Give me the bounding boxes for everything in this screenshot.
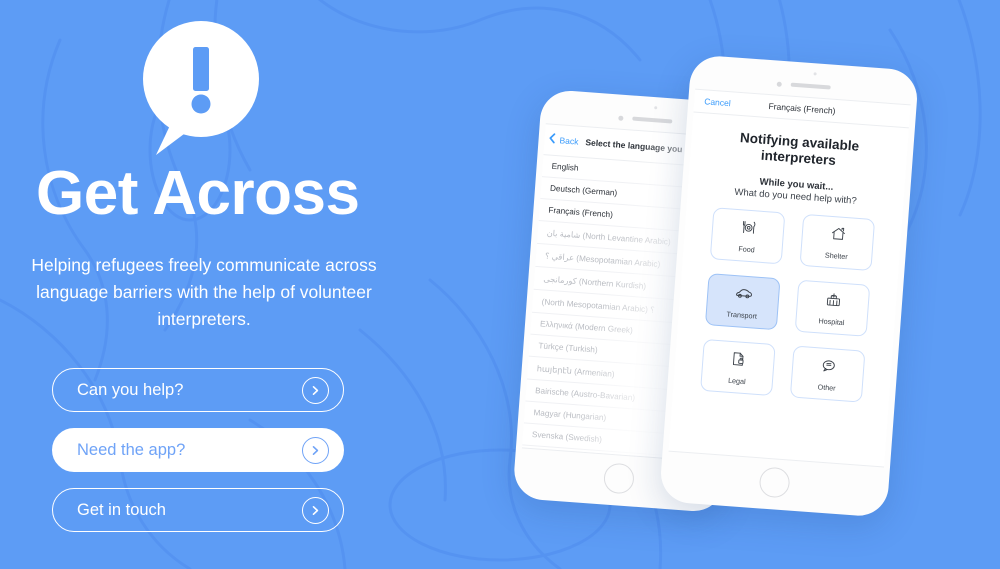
home-button[interactable] <box>602 462 636 495</box>
proximity-sensor-icon <box>813 72 817 76</box>
need-the-app-label: Need the app? <box>77 440 186 459</box>
exclamation-speech-bubble-icon <box>134 21 268 155</box>
need-the-app-button[interactable]: Need the app? <box>52 428 344 472</box>
help-option-grid: Food Shelter Transport Hospital Legal Ot… <box>700 207 876 404</box>
option-card-legal[interactable]: Legal <box>700 339 776 397</box>
page-title: Get Across <box>36 159 360 228</box>
home-button[interactable] <box>758 466 791 499</box>
chevron-right-circle-icon <box>302 496 329 524</box>
can-you-help-button[interactable]: Can you help? <box>52 368 344 412</box>
hero-section: Get Across Helping refugees freely commu… <box>0 0 520 569</box>
option-label: Hospital <box>818 316 845 328</box>
phone-mockup-notify-screen: Cancel Français (French) Notifying avail… <box>658 54 920 518</box>
option-card-transport[interactable]: Transport <box>704 273 781 331</box>
speech-bubble-icon <box>819 356 838 379</box>
option-card-other[interactable]: Other <box>789 345 866 404</box>
option-card-hospital[interactable]: Hospital <box>794 280 871 338</box>
car-icon <box>733 284 754 307</box>
notify-heading: Notifying available interpreters <box>739 130 860 169</box>
notify-screen: Cancel Français (French) Notifying avail… <box>668 88 911 468</box>
can-you-help-label: Can you help? <box>77 380 184 399</box>
front-camera-icon <box>618 115 624 121</box>
cutlery-plate-icon <box>739 218 758 241</box>
hero-subtitle: Helping refugees freely communicate acro… <box>31 255 377 330</box>
chevron-right-circle-icon <box>302 376 329 404</box>
earpiece-speaker-icon <box>790 82 831 90</box>
option-card-food[interactable]: Food <box>709 207 786 265</box>
option-card-shelter[interactable]: Shelter <box>799 214 876 272</box>
cta-button-list: Can you help? Need the app? Get in touch <box>52 368 344 548</box>
back-button[interactable]: Back <box>559 135 579 146</box>
option-label: Legal <box>727 375 747 386</box>
option-label: Other <box>817 382 836 393</box>
phone-mockups: Back Select the language you ne English … <box>512 0 1000 569</box>
get-in-touch-button[interactable]: Get in touch <box>52 488 344 532</box>
chevron-right-circle-icon <box>302 436 329 464</box>
option-label: Transport <box>726 309 758 321</box>
document-lock-icon <box>730 350 748 373</box>
house-icon <box>828 225 847 248</box>
option-label: Food <box>738 244 756 255</box>
earpiece-speaker-icon <box>632 116 673 124</box>
option-label: Shelter <box>824 250 849 262</box>
proximity-sensor-icon <box>654 106 658 110</box>
chevron-left-icon[interactable] <box>548 130 556 148</box>
front-camera-icon <box>776 81 782 87</box>
language-list-title: Select the language you ne <box>585 137 696 156</box>
hospital-icon <box>824 291 843 314</box>
cancel-button[interactable]: Cancel <box>704 96 731 108</box>
get-in-touch-label: Get in touch <box>77 500 166 519</box>
